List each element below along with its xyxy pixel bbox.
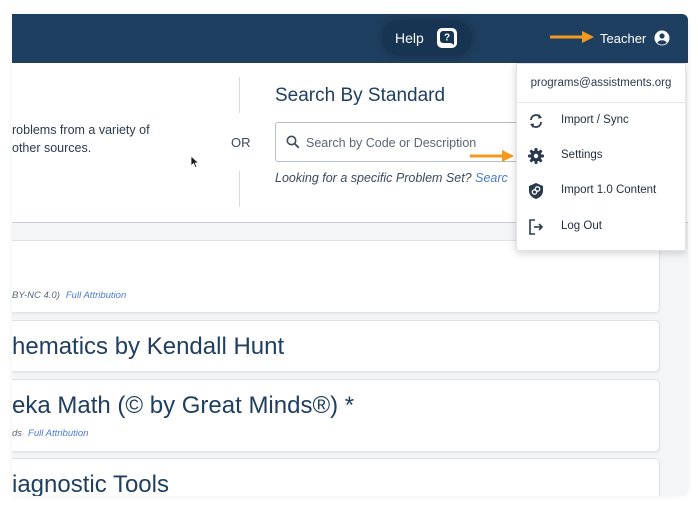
curriculum-card[interactable]: hematics by Kendall Hunt	[12, 320, 660, 372]
menu-item-import-sync[interactable]: Import / Sync	[517, 105, 685, 137]
card-license: ds Full Attribution	[12, 428, 88, 439]
divider	[239, 171, 240, 207]
logout-icon	[529, 219, 544, 235]
divider	[239, 77, 240, 113]
menu-item-label: Settings	[561, 149, 603, 161]
card-license-text: ds	[12, 428, 23, 439]
curriculum-card[interactable]: iagnostic Tools	[12, 458, 660, 496]
menu-item-log-out[interactable]: Log Out	[517, 211, 685, 243]
card-license-text: BY-NC 4.0)	[12, 290, 60, 301]
user-dropdown-menu: programs@assistments.org Import / Sync S…	[516, 63, 686, 251]
account-email: programs@assistments.org	[517, 64, 685, 103]
menu-item-label: Import / Sync	[561, 114, 629, 126]
search-by-standard-title: Search By Standard	[275, 85, 446, 106]
card-license: BY-NC 4.0) Full Attribution	[12, 290, 126, 301]
sync-icon	[530, 114, 542, 128]
card-title: hematics by Kendall Hunt	[12, 333, 285, 360]
help-label: Help	[395, 30, 424, 46]
hint-text: Looking for a specific Problem Set?	[275, 171, 472, 185]
curriculum-card[interactable]: eka Math (© by Great Minds®) * ds Full At…	[12, 379, 660, 452]
user-account-icon	[654, 30, 670, 46]
full-attribution-link[interactable]: Full Attribution	[66, 290, 126, 301]
card-title: eka Math (© by Great Minds®) *	[12, 392, 355, 419]
gear-icon	[528, 148, 544, 164]
problem-source-description: roblems from a variety of other sources.	[12, 121, 187, 157]
full-attribution-link[interactable]: Full Attribution	[28, 428, 88, 439]
search-icon	[286, 135, 300, 149]
app-frame: Help ? Teacher roblems from a variety of…	[12, 14, 688, 496]
help-button[interactable]: Help ?	[382, 20, 472, 56]
svg-text:?: ?	[444, 33, 450, 44]
search-problem-set-link[interactable]: Searc	[475, 171, 508, 185]
annotation-arrow-icon	[470, 150, 514, 162]
problem-set-hint: Looking for a specific Problem Set? Sear…	[275, 171, 508, 185]
annotation-arrow-icon	[550, 31, 594, 43]
or-label: OR	[231, 135, 251, 150]
card-title: iagnostic Tools	[12, 471, 169, 496]
shield-link-icon	[529, 183, 543, 199]
description-line: roblems from a variety of	[12, 123, 150, 137]
help-chat-icon: ?	[437, 28, 457, 48]
menu-item-label: Import 1.0 Content	[561, 184, 657, 196]
user-label: Teacher	[600, 30, 647, 46]
menu-item-settings[interactable]: Settings	[517, 140, 685, 172]
top-navigation-bar: Help ? Teacher	[12, 14, 688, 63]
menu-item-label: Log Out	[561, 220, 602, 232]
user-menu-toggle[interactable]: Teacher	[600, 30, 670, 46]
mouse-cursor-icon	[190, 155, 200, 169]
menu-item-import-content[interactable]: Import 1.0 Content	[517, 175, 685, 207]
description-line: other sources.	[12, 141, 92, 155]
